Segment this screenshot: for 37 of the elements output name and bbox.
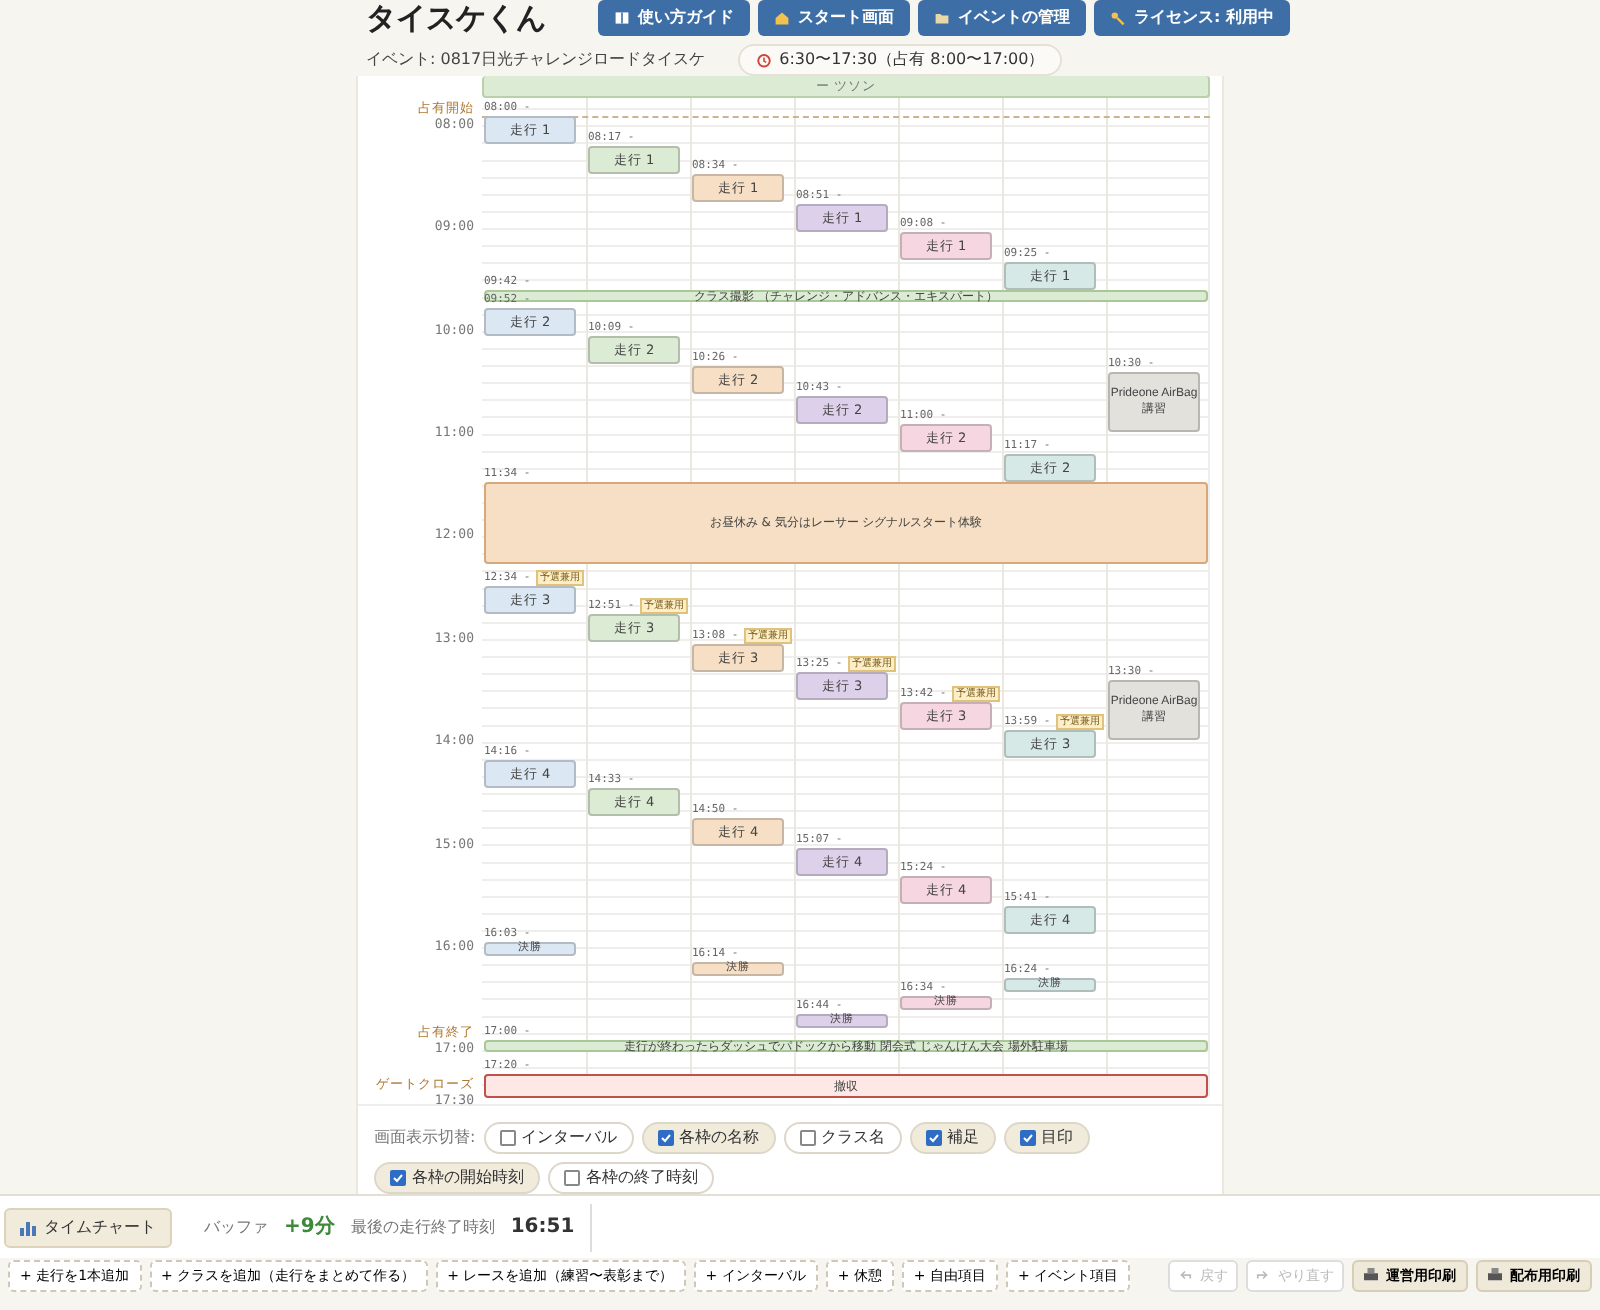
- display-toggle[interactable]: クラス名: [783, 1122, 902, 1154]
- nav-button[interactable]: スタート画面: [758, 0, 910, 36]
- house-icon: [774, 10, 790, 26]
- last-end-time: 16:51: [510, 1214, 575, 1242]
- printer-icon: [1488, 1268, 1502, 1282]
- checkbox[interactable]: [925, 1130, 942, 1146]
- checkbox[interactable]: [657, 1130, 674, 1146]
- book-icon: [614, 10, 630, 26]
- folder-icon: [934, 10, 950, 26]
- redo-icon: [1256, 1268, 1270, 1282]
- nav-button[interactable]: 使い方ガイド: [598, 0, 750, 36]
- display-toggle[interactable]: 各枠の終了時刻: [548, 1162, 714, 1194]
- undo-icon: [1178, 1268, 1192, 1282]
- checkbox[interactable]: [390, 1170, 406, 1186]
- checkbox[interactable]: [799, 1130, 816, 1146]
- display-toggle[interactable]: 各枠の名称: [641, 1122, 776, 1154]
- display-toggle[interactable]: 各枠の開始時刻: [374, 1162, 540, 1194]
- last-end-label: 最後の走行終了時刻: [350, 1215, 495, 1239]
- nav-button[interactable]: ライセンス: 利用中: [1094, 0, 1290, 36]
- checkbox[interactable]: [564, 1170, 580, 1186]
- nav-button[interactable]: イベントの管理: [918, 0, 1086, 36]
- display-toggle[interactable]: インターバル: [483, 1122, 634, 1154]
- buffer-value: +9分: [284, 1213, 335, 1242]
- checkbox[interactable]: [499, 1130, 516, 1146]
- bar-chart-icon: [20, 1219, 36, 1235]
- printer-icon: [1364, 1268, 1378, 1282]
- key-icon: [1110, 10, 1126, 26]
- event-hours-badge: 6:30〜17:30（占有 8:00〜17:00）: [737, 44, 1063, 76]
- display-toggle[interactable]: 補足: [909, 1122, 996, 1154]
- alarm-clock-icon: [755, 52, 772, 68]
- toggle-label: 画面表示切替:: [374, 1126, 476, 1150]
- buffer-label: バッファ: [204, 1215, 268, 1239]
- checkbox[interactable]: [1019, 1130, 1036, 1146]
- time-chart-button[interactable]: タイムチャート: [4, 1207, 172, 1247]
- display-toggle[interactable]: 目印: [1003, 1122, 1090, 1154]
- event-name: イベント: 0817日光チャレンジロードタイスケ: [366, 48, 706, 72]
- app-title: タイスケくん: [366, 0, 548, 36]
